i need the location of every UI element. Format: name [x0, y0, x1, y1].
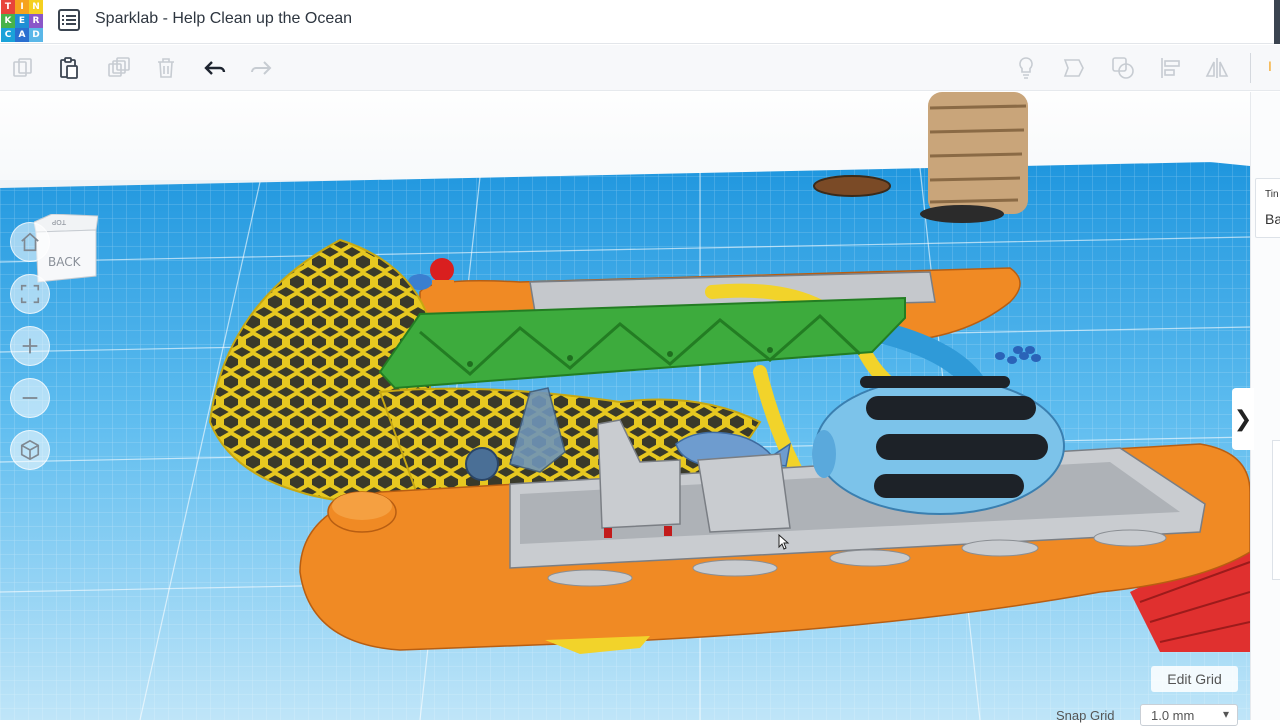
view-cube-top-label: TOP — [52, 218, 67, 226]
design-list-icon[interactable] — [58, 9, 80, 31]
3d-workplane-viewport[interactable]: TOP BACK — [0, 92, 1250, 720]
toolbar-divider — [1250, 53, 1251, 83]
delete-icon[interactable] — [153, 55, 179, 81]
mouse-cursor — [778, 534, 790, 550]
home-view-icon[interactable] — [10, 222, 50, 262]
fit-view-icon[interactable] — [10, 274, 50, 314]
logo-letter: C — [1, 28, 15, 42]
panel-toggle-chevron-icon[interactable]: ❯ — [1232, 388, 1254, 450]
zoom-in-icon[interactable] — [10, 326, 50, 366]
logo-letter: E — [15, 14, 29, 28]
disc-shape — [813, 175, 891, 197]
zoom-out-icon[interactable] — [10, 378, 50, 418]
group-icon[interactable] — [1110, 55, 1136, 81]
duplicate-icon[interactable] — [106, 55, 132, 81]
logo-letter: I — [15, 0, 29, 14]
coil-shape — [920, 92, 1028, 223]
undo-icon[interactable] — [202, 55, 228, 81]
copy-icon[interactable] — [10, 55, 36, 81]
toolbar: I — [0, 45, 1280, 91]
panel-card-value: Ba — [1265, 211, 1280, 227]
lightbulb-icon[interactable] — [1013, 55, 1039, 81]
logo-letter: T — [1, 0, 15, 14]
snap-grid-select[interactable]: 1.0 mm — [1140, 704, 1238, 726]
redo-icon[interactable] — [248, 55, 274, 81]
title-bar: T I N K E R C A D Sparklab - Help Clean … — [0, 0, 1280, 44]
tinkercad-logo[interactable]: T I N K E R C A D — [1, 0, 45, 42]
logo-letter: K — [1, 14, 15, 28]
mirror-icon[interactable] — [1204, 55, 1230, 81]
note-icon[interactable] — [1061, 55, 1087, 81]
panel-card-title: Tin — [1265, 189, 1279, 200]
paste-icon[interactable] — [56, 55, 82, 81]
panel-list — [1272, 440, 1280, 580]
align-icon[interactable] — [1158, 55, 1184, 81]
view-cube-face-label: BACK — [48, 255, 82, 269]
snap-grid-label: Snap Grid — [1056, 708, 1115, 723]
workplane-scene[interactable] — [0, 92, 1250, 720]
logo-letter: D — [29, 28, 43, 42]
edit-grid-button[interactable]: Edit Grid — [1151, 666, 1238, 692]
design-title[interactable]: Sparklab - Help Clean up the Ocean — [95, 10, 352, 28]
logo-letter: A — [15, 28, 29, 42]
logo-letter: R — [29, 14, 43, 28]
window-edge — [1274, 0, 1280, 44]
shape-panel-card[interactable]: Tin Ba — [1255, 178, 1280, 238]
perspective-icon[interactable] — [10, 430, 50, 470]
logo-letter: N — [29, 0, 43, 14]
import-button-edge[interactable]: I — [1268, 58, 1272, 74]
